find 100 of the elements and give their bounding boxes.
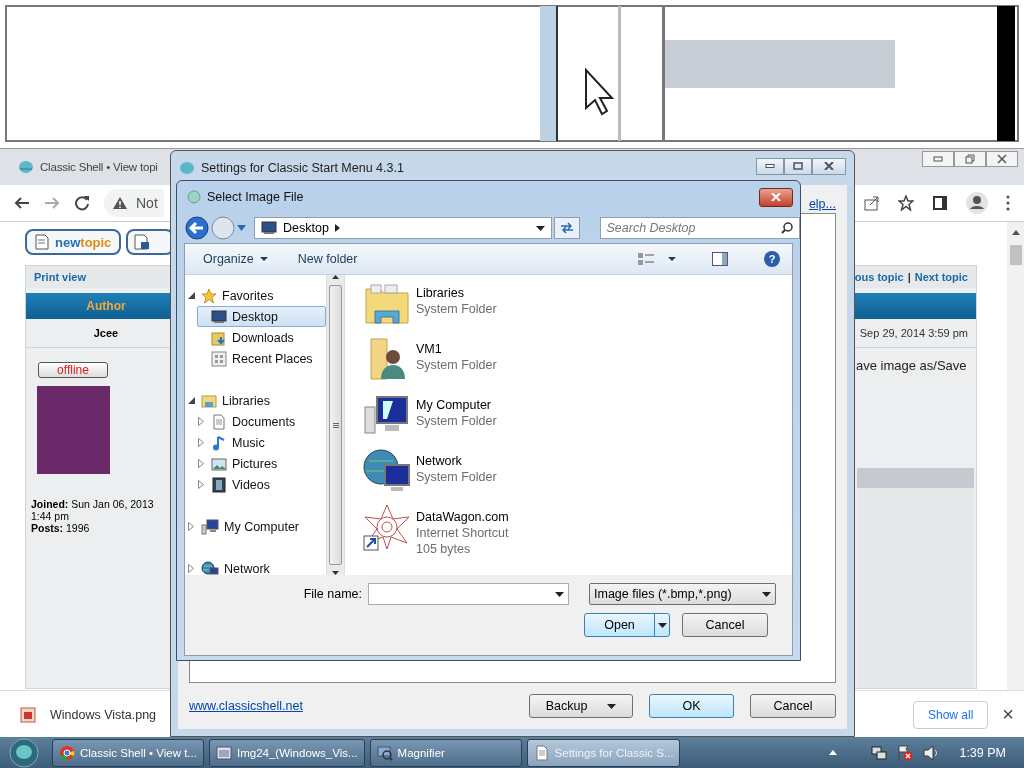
post-date: Sep 29, 2014 3:59 pm [859,327,969,339]
reload-icon[interactable] [74,195,90,211]
expanded-arrow-icon[interactable] [188,397,195,404]
backup-split-button[interactable]: Backup [529,694,633,718]
organize-button[interactable]: Organize [203,252,268,266]
taskbar-button[interactable]: Magnifier [369,738,522,767]
download-file-name[interactable]: Windows Vista.png [50,707,157,722]
collapsed-arrow-icon[interactable] [198,459,204,468]
back-arrow-icon[interactable] [14,195,30,211]
expanded-arrow-icon[interactable] [188,292,195,299]
side-panel-icon[interactable] [932,195,948,211]
maximize-button[interactable] [784,157,812,175]
file-name: My Computer [416,397,493,413]
collapsed-arrow-icon[interactable] [198,480,204,489]
security-chip[interactable]: Not [104,189,164,217]
caret-down-icon[interactable] [668,257,676,261]
window-icon [216,744,232,761]
network-icon[interactable] [871,744,888,761]
help-link[interactable]: elp... [808,197,836,211]
close-icon [824,162,834,170]
close-button[interactable] [812,157,846,175]
file-item[interactable]: VM1 System Folder [363,335,792,383]
back-button-icon[interactable] [185,216,209,240]
dialog-button[interactable]: Cancel [750,694,836,718]
share-icon[interactable] [864,195,880,211]
restore-button[interactable] [954,151,986,167]
taskbar-button[interactable]: Classic Shell • View t... [52,738,204,767]
navigation-item[interactable]: Libraries [187,390,326,411]
file-item[interactable]: My Computer System Folder [363,391,792,439]
cancel-button[interactable]: Cancel [682,613,768,637]
refresh-button[interactable] [553,217,580,239]
file-detail: System Folder [416,413,497,429]
navigation-item[interactable]: Videos [197,474,326,495]
show-all-button[interactable]: Show all [912,700,989,729]
star-outline-icon[interactable] [898,195,914,211]
help-button[interactable]: ? [764,251,780,267]
view-options-icon[interactable] [638,252,654,266]
collapsed-arrow-icon[interactable] [188,522,194,531]
navigation-item[interactable]: Favorites [187,285,326,306]
close-button[interactable] [986,151,1018,167]
clock[interactable]: 1:39 PM [959,745,1006,760]
dropdown-caret-icon [535,225,545,231]
close-download-bar-button[interactable]: × [1002,703,1014,726]
address-bar[interactable]: Desktop [254,217,552,239]
previous-topic-link[interactable]: ous topic [854,271,904,283]
file-item[interactable]: DataWagon.com Internet Shortcut 105 bytes [363,503,792,557]
preview-pane-icon[interactable] [712,252,728,266]
minimize-button[interactable] [756,157,784,175]
file-item[interactable]: Libraries System Folder [363,279,792,327]
globe-monitor-icon [201,560,219,575]
file-detail: System Folder [416,301,497,317]
show-hidden-icons-icon[interactable] [829,750,838,755]
file-detail: System Folder [416,357,497,373]
open-button[interactable]: Open [584,613,670,637]
new-folder-button[interactable]: New folder [297,252,358,266]
history-dropdown-icon[interactable] [237,225,246,231]
scroll-thumb[interactable] [1009,245,1022,265]
file-name: VM1 [416,341,443,357]
navigation-item[interactable]: Recent Places [197,348,326,369]
collapsed-arrow-icon[interactable] [198,438,204,447]
new-topic-button[interactable]: newtopic [25,229,121,255]
navigation-item[interactable]: Downloads [197,327,326,348]
file-name-field[interactable] [368,583,569,605]
minimize-icon [933,156,943,162]
profile-icon[interactable] [966,192,988,214]
posts-text: Posts: 1996 [31,522,91,534]
navigation-item[interactable]: Network [187,558,326,575]
navigation-item[interactable]: Desktop [197,306,326,327]
close-button[interactable] [759,187,793,207]
author-header: Author [85,299,127,313]
navigation-item[interactable]: Documents [197,411,326,432]
scrollbar[interactable] [1007,222,1024,690]
menu-dots-icon[interactable] [1006,195,1010,211]
tab-title[interactable]: Classic Shell • View topi [40,161,158,173]
shell-logo-icon [179,161,195,175]
taskbar-button[interactable]: Img24_(Windows_Vis... [209,738,365,767]
file-item[interactable]: Network System Folder [363,447,792,495]
speaker-icon[interactable] [923,744,940,761]
grip-icon [332,422,339,428]
file-detail: System Folder [416,469,497,485]
start-button[interactable] [6,737,42,768]
print-view-link[interactable]: Print view [34,271,86,283]
collapsed-arrow-icon[interactable] [198,417,204,426]
website-link[interactable]: www.classicshell.net [189,699,303,713]
restore-icon [965,154,975,164]
flag-error-icon[interactable] [897,744,914,761]
collapsed-arrow-icon[interactable] [188,564,194,573]
navigation-item[interactable]: Music [197,432,326,453]
navigation-item[interactable]: My Computer [187,516,326,537]
monitor-icon [211,308,227,325]
dropdown-caret-icon [555,591,564,597]
search-field[interactable]: Search Desktop [599,217,800,239]
navigation-item[interactable]: Pictures [197,453,326,474]
dialog-title: Select Image File [207,190,304,204]
author-name: Jcee [92,327,120,339]
dialog-button[interactable]: OK [649,694,734,718]
navigation-scrollbar[interactable] [326,275,345,575]
warning-icon [112,196,128,210]
next-topic-link[interactable]: Next topic [914,271,968,283]
file-type-dropdown[interactable]: Image files (*.bmp,*.png) [589,583,776,605]
